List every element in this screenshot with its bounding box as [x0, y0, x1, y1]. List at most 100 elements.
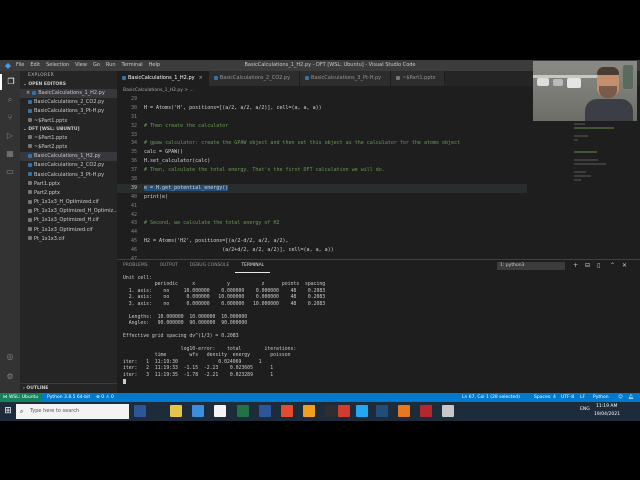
code-line[interactable]: 39 e = H.get_potential_energy(): [117, 183, 527, 193]
file-item[interactable]: ~$Part1.pptx: [20, 134, 117, 143]
editor-tab[interactable]: ~$Part1.pptx: [391, 71, 446, 86]
file-item[interactable]: BasicCalculations_1_H2.py: [20, 152, 117, 162]
code-line[interactable]: 37 # Then, calculate the total energy. Th…: [117, 166, 527, 175]
problems-count[interactable]: ⊗ 0 ⚠ 0: [96, 393, 114, 402]
notifications-icon[interactable]: 🔔︎: [628, 393, 634, 402]
feedback-icon[interactable]: ☺: [618, 393, 623, 402]
code-line[interactable]: 44: [117, 228, 527, 237]
maximize-panel-icon[interactable]: ⌃: [610, 261, 615, 271]
code-editor[interactable]: 29 30 H = Atoms('H', positions=[(a/2, a/2,…: [117, 95, 527, 289]
language-indicator[interactable]: ENG: [580, 407, 590, 412]
code-line[interactable]: 32 # Then create the calculator: [117, 122, 527, 131]
python-interpreter[interactable]: Python 3.8.5 64-bit: [47, 393, 90, 402]
clock-time[interactable]: 11:19 AM: [596, 403, 617, 411]
search-icon[interactable]: ⌕: [0, 92, 20, 108]
file-item[interactable]: Pt_1x1x3_Optimized_H_Optimiz...: [20, 207, 117, 216]
vlc-icon[interactable]: [398, 405, 410, 417]
file-item[interactable]: BasicCalculations_3_Pt-H.py: [20, 171, 117, 180]
code-line[interactable]: 34 # gpaw calculator: create the GPAW obj…: [117, 139, 527, 148]
editor-tab[interactable]: BasicCalculations_2_CO2.py: [208, 71, 301, 86]
excel-icon[interactable]: [237, 405, 249, 417]
panel-tab-debug-console[interactable]: DEBUG CONSOLE: [184, 260, 235, 272]
vscode-taskbar-icon[interactable]: [356, 405, 368, 417]
windows-start-icon[interactable]: ⊞: [2, 405, 14, 417]
taskbar-search-box[interactable]: ⌕ Type here to search: [16, 404, 129, 419]
file-item[interactable]: Part1.pptx: [20, 180, 117, 189]
close-panel-icon[interactable]: ✕: [622, 261, 627, 271]
file-item[interactable]: Pt_1x1x3_Optimized_H.cif: [20, 216, 117, 225]
code-line[interactable]: 43 # Second, we calculate the total energ…: [117, 219, 527, 228]
app-icon-red[interactable]: [338, 405, 350, 417]
outline-section[interactable]: › OUTLINE: [20, 383, 117, 393]
indentation[interactable]: Spaces: 4: [534, 393, 556, 402]
run-debug-icon[interactable]: ▷: [0, 128, 20, 144]
menu-edit[interactable]: Edit: [27, 60, 43, 71]
file-item[interactable]: Pt_1x1x3.cif: [20, 235, 117, 244]
open-editor-item[interactable]: BasicCalculations_3_Pt-H.py: [20, 107, 117, 116]
menu-file[interactable]: File: [13, 60, 27, 71]
menu-run[interactable]: Run: [103, 60, 119, 71]
new-terminal-icon[interactable]: +: [573, 261, 578, 271]
terminal-app-icon[interactable]: [325, 405, 337, 417]
end-of-line[interactable]: LF: [580, 393, 585, 402]
terminal-output[interactable]: Unit cell: periodic x y z points spacing…: [123, 276, 633, 385]
code-line[interactable]: 38: [117, 175, 527, 184]
remote-explorer-icon[interactable]: ▭: [0, 164, 20, 180]
file-item[interactable]: Pt_1x1x3_H_Optimized.cif: [20, 198, 117, 207]
powerpoint-icon[interactable]: [281, 405, 293, 417]
editor-tab[interactable]: BasicCalculations_1_H2.py ×: [117, 71, 209, 86]
panel-tab-terminal[interactable]: TERMINAL: [235, 260, 271, 273]
code-line[interactable]: 41: [117, 202, 527, 211]
task-view-icon[interactable]: [134, 405, 146, 417]
folder-app-icon[interactable]: [303, 405, 315, 417]
menu-help[interactable]: Help: [146, 60, 163, 71]
encoding[interactable]: UTF-8: [561, 393, 574, 402]
breadcrumb[interactable]: BasicCalculations_1_H2.py > ...: [117, 86, 527, 95]
close-editor-icon[interactable]: ×: [26, 90, 30, 96]
menu-terminal[interactable]: Terminal: [119, 60, 146, 71]
open-editor-item[interactable]: BasicCalculations_2_CO2.py: [20, 98, 117, 107]
code-line[interactable]: 46 (a/2+d/2, a/2, a/2)], cell=(a, a, a)): [117, 246, 527, 255]
cursor-position[interactable]: Ln 67, Col 1 (28 selected): [462, 393, 520, 402]
filezilla-icon[interactable]: [420, 405, 432, 417]
file-item[interactable]: ~$Part2.pptx: [20, 143, 117, 152]
code-line[interactable]: 35 calc = GPAW(): [117, 148, 527, 157]
close-tab-icon[interactable]: ×: [199, 75, 203, 81]
code-line[interactable]: 31: [117, 113, 527, 122]
source-control-icon[interactable]: ⑂: [0, 110, 20, 126]
code-line[interactable]: 30 H = Atoms('H', positions=[(a/2, a/2, a…: [117, 104, 527, 113]
explorer-icon[interactable]: ❐: [0, 74, 20, 90]
panel-tab-problems[interactable]: PROBLEMS: [117, 260, 154, 272]
open-editor-item[interactable]: ~$Part1.pptx: [20, 117, 117, 126]
split-terminal-icon[interactable]: ⊟: [585, 261, 590, 271]
mail-icon[interactable]: [192, 405, 204, 417]
file-item[interactable]: BasicCalculations_2_CO2.py: [20, 161, 117, 170]
trash-icon[interactable]: ▯: [597, 261, 600, 271]
folder-section[interactable]: ⌄ DFT [WSL: UBUNTU]: [20, 126, 117, 134]
file-explorer-icon[interactable]: [170, 405, 182, 417]
menu-go[interactable]: Go: [90, 60, 103, 71]
file-item[interactable]: Part2.pptx: [20, 189, 117, 198]
menu-view[interactable]: View: [72, 60, 90, 71]
file-item[interactable]: Pt_1x1x3_Optimized.cif: [20, 226, 117, 235]
open-editor-item[interactable]: × BasicCalculations_1_H2.py: [20, 89, 117, 99]
open-editors-section[interactable]: ⌄ OPEN EDITORS: [20, 81, 117, 89]
account-icon[interactable]: ◎: [0, 349, 20, 365]
remote-indicator[interactable]: ⋈ WSL: Ubuntu: [0, 393, 42, 402]
settings-gear-icon[interactable]: ⚙: [0, 369, 20, 385]
app-icon-blue[interactable]: [376, 405, 388, 417]
clock-date[interactable]: 19/04/2021: [594, 411, 620, 419]
language-mode[interactable]: Python: [593, 393, 609, 402]
terminal-select[interactable]: 1: python3: [497, 262, 565, 270]
code-line[interactable]: 42: [117, 211, 527, 220]
chrome-icon[interactable]: [214, 405, 226, 417]
code-line[interactable]: 33: [117, 131, 527, 140]
code-line[interactable]: 29: [117, 95, 527, 104]
code-line[interactable]: 45 H2 = Atoms('H2', positions=[(a/2-d/2, …: [117, 237, 527, 246]
code-line[interactable]: 40 print(e): [117, 193, 527, 202]
editor-tab[interactable]: BasicCalculations_3_Pt-H.py: [300, 71, 392, 86]
word-icon[interactable]: [259, 405, 271, 417]
menu-selection[interactable]: Selection: [43, 60, 72, 71]
app-icon-grey[interactable]: [442, 405, 454, 417]
extensions-icon[interactable]: ▦: [0, 146, 20, 162]
